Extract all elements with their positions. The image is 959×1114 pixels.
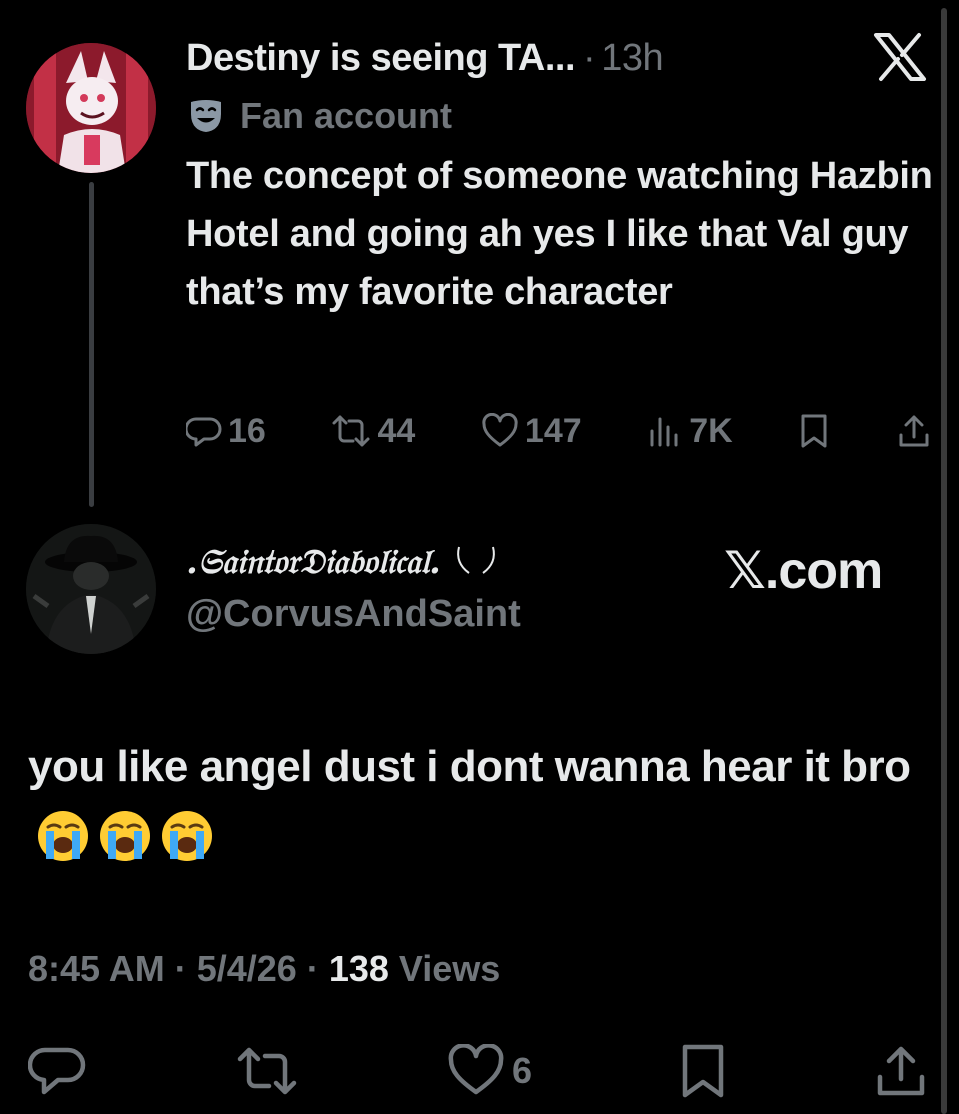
like-count: 6 (511, 1050, 532, 1091)
bookmark-button[interactable] (679, 1043, 727, 1099)
reply-count: 16 (228, 411, 266, 450)
header-separator: · (583, 36, 596, 79)
tweet-metadata: 8:45 AM · 5/4/26 · 138 Views (28, 944, 500, 994)
reply-display-name[interactable]: .𝔖𝔞𝔦𝔫𝔱𝔬𝔯𝔇𝔦𝔞𝔟𝔬𝔩𝔦𝔠𝔞𝔩. (186, 535, 501, 589)
bookmark-icon (682, 1044, 724, 1098)
bookmark-button[interactable] (798, 413, 830, 449)
views-button[interactable]: 7K (647, 411, 733, 451)
heart-icon (448, 1044, 504, 1095)
x-com-watermark: 𝕏.com (724, 542, 883, 600)
heart-icon (482, 413, 518, 447)
avatar[interactable] (26, 43, 156, 173)
meta-separator: · (306, 948, 319, 989)
share-icon (877, 1046, 925, 1096)
views-count: 7K (689, 411, 733, 450)
bookmark-icon (801, 414, 827, 448)
x-logo-icon[interactable] (872, 32, 928, 82)
tweet-header: Destiny is seeing TA... · 13h (186, 30, 664, 86)
reply-button[interactable] (28, 1044, 88, 1098)
theater-mask-icon (191, 100, 221, 132)
share-button[interactable] (896, 413, 932, 449)
display-name: .𝔖𝔞𝔦𝔫𝔱𝔬𝔯𝔇𝔦𝔞𝔟𝔬𝔩𝔦𝔠𝔞𝔩. (186, 542, 441, 582)
display-name[interactable]: Destiny is seeing TA... (186, 37, 576, 80)
views-label: Views (398, 948, 501, 989)
reply-text-body: you like angel dust i dont wanna hear it… (28, 742, 911, 791)
like-button[interactable]: 6 (446, 1044, 532, 1098)
repost-icon (237, 1047, 297, 1095)
post-date[interactable]: 5/4/26 (197, 948, 297, 990)
like-button[interactable]: 147 (481, 412, 582, 451)
repost-count: 44 (377, 411, 416, 450)
timestamp[interactable]: 13h (601, 37, 663, 80)
account-label-text: Fan account (240, 95, 453, 136)
repost-button[interactable]: 44 (331, 412, 415, 451)
horns-icon (456, 546, 495, 574)
scrollbar[interactable] (941, 8, 947, 1114)
thread-line (89, 182, 94, 507)
post-time[interactable]: 8:45 AM (28, 948, 165, 990)
reply-text: you like angel dust i dont wanna hear it… (28, 732, 940, 872)
tweet-actions: 16 44 147 7K (186, 406, 932, 456)
repost-button[interactable] (235, 1044, 299, 1098)
reply-icon (186, 417, 222, 447)
handle[interactable]: @CorvusAndSaint (186, 590, 521, 638)
reply-actions: 6 (28, 1038, 928, 1104)
meta-separator: · (174, 948, 187, 989)
share-button[interactable] (874, 1043, 928, 1099)
analytics-icon (650, 417, 678, 447)
tweet-text: The concept of someone watching Hazbin H… (186, 155, 933, 313)
repost-icon (332, 415, 370, 447)
loudly-crying-face-emoji (38, 811, 88, 861)
reply-button[interactable]: 16 (186, 412, 266, 451)
views-count: 138 (328, 948, 389, 989)
avatar[interactable] (26, 524, 156, 654)
account-label: Fan account (186, 92, 452, 140)
loudly-crying-face-emoji (162, 811, 212, 861)
loudly-crying-face-emoji (100, 811, 150, 861)
reply-icon (28, 1047, 86, 1095)
share-icon (899, 415, 929, 447)
like-count: 147 (524, 411, 582, 450)
